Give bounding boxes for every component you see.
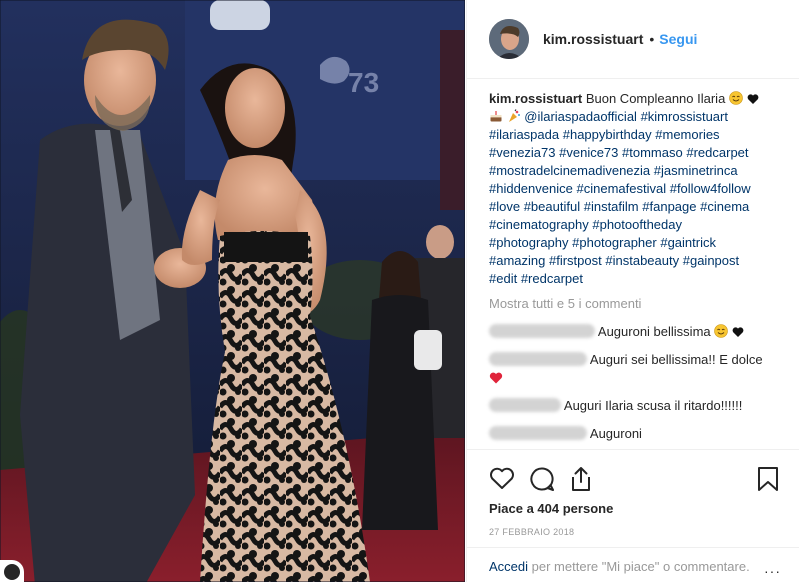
hashtag-link[interactable]: #amazing: [489, 253, 545, 268]
caption-username[interactable]: kim.rossistuart: [489, 91, 582, 106]
hashtag-link[interactable]: #gaintrick: [660, 235, 716, 250]
hashtag-link[interactable]: #photographer: [572, 235, 657, 250]
smile-emoji-icon: [714, 324, 729, 338]
hashtag-link[interactable]: #redcarpet: [686, 145, 748, 160]
comment-item: Auguroni: [489, 425, 789, 443]
comment-item: Auguri Ilaria scusa il ritardo!!!!!!: [489, 397, 789, 415]
comment-bubble-icon[interactable]: [529, 466, 555, 492]
header-username[interactable]: kim.rossistuart: [543, 31, 643, 47]
hashtag-line: #cinematography #photooftheday: [489, 216, 789, 234]
avatar[interactable]: [489, 19, 529, 59]
hashtag-line: #edit #redcarpet: [489, 270, 789, 288]
hashtag-link[interactable]: #tommaso: [622, 145, 683, 160]
likes-count[interactable]: Piace a 404 persone: [489, 501, 613, 516]
login-prompt: Accedi per mettere "Mi piace" o commenta…: [467, 547, 799, 579]
hashtag-line: #mostradelcinemadivenezia #jasminetrinca: [489, 162, 789, 180]
comment-text: Auguroni: [589, 426, 642, 441]
comments-list: kim.rossistuart Buon Compleanno Ilaria @…: [489, 90, 789, 443]
hashtag-line: #love #beautiful #instafilm #fanpage #ci…: [489, 198, 789, 216]
login-link[interactable]: Accedi: [489, 559, 528, 574]
profile-corner-icon[interactable]: [0, 560, 24, 582]
like-heart-icon[interactable]: [489, 466, 515, 490]
caption-line-2: @ilariaspadaofficial #kimrossistuart: [489, 108, 789, 126]
black-heart-icon: [747, 94, 758, 104]
hashtag-link[interactable]: #venezia73: [489, 145, 556, 160]
hashtag-link[interactable]: #firstpost: [549, 253, 602, 268]
hashtag-line: #photography #photographer #gaintrick: [489, 234, 789, 252]
hashtag-link[interactable]: #cinema: [700, 199, 749, 214]
hashtag-link[interactable]: #venice73: [559, 145, 618, 160]
post-date: 27 FEBBRAIO 2018: [489, 527, 575, 537]
show-all-comments-link[interactable]: Mostra tutti e 5 i commenti: [489, 295, 789, 313]
action-bar: [489, 466, 779, 494]
caption-text: Buon Compleanno Ilaria: [585, 91, 726, 106]
login-prompt-text: per mettere "Mi piace" o commentare.: [531, 559, 750, 574]
caption-tag[interactable]: #kimrossistuart: [641, 109, 728, 124]
comment-username-redacted[interactable]: [489, 352, 587, 366]
caption-hashtags: #ilariaspada #happybirthday #memories #ve…: [489, 126, 789, 288]
cake-emoji-icon: [490, 111, 502, 122]
black-heart-icon: [732, 327, 744, 337]
caption: kim.rossistuart Buon Compleanno Ilaria @…: [489, 90, 789, 288]
red-heart-icon: [489, 372, 503, 384]
party-popper-emoji-icon: [508, 109, 520, 122]
comment-text: Auguri Ilaria scusa il ritardo!!!!!!: [563, 398, 743, 413]
hashtag-link[interactable]: #cinematography: [489, 217, 589, 232]
hashtag-link[interactable]: #hiddenvenice: [489, 181, 573, 196]
hashtag-link[interactable]: #love: [489, 199, 520, 214]
smile-emoji-icon: [729, 91, 743, 105]
hashtag-link[interactable]: #photography: [489, 235, 569, 250]
comment-item: Auguri sei bellissima!! E dolce: [489, 351, 789, 387]
caption-mention[interactable]: @ilariaspadaofficial: [524, 109, 637, 124]
comment-text: Auguroni bellissima: [597, 324, 711, 339]
photo-illustration: 73: [0, 0, 465, 582]
hashtag-link[interactable]: #happybirthday: [563, 127, 652, 142]
hashtag-link[interactable]: #fanpage: [642, 199, 696, 214]
hashtag-link[interactable]: #follow4follow: [670, 181, 751, 196]
share-upload-icon[interactable]: [569, 466, 593, 492]
comment-username-redacted[interactable]: [489, 426, 587, 440]
hashtag-link[interactable]: #jasminetrinca: [654, 163, 738, 178]
hashtag-line: #amazing #firstpost #instabeauty #gainpo…: [489, 252, 789, 270]
hashtag-link[interactable]: #instabeauty: [605, 253, 679, 268]
comment-username-redacted[interactable]: [489, 398, 561, 412]
hashtag-line: #venezia73 #venice73 #tommaso #redcarpet: [489, 144, 789, 162]
avatar-photo-icon: [489, 19, 529, 59]
hashtag-link[interactable]: #instafilm: [584, 199, 639, 214]
hashtag-link[interactable]: #redcarpet: [521, 271, 583, 286]
hashtag-link[interactable]: #edit: [489, 271, 517, 286]
hashtag-link[interactable]: #beautiful: [524, 199, 580, 214]
hashtag-link[interactable]: #ilariaspada: [489, 127, 559, 142]
svg-text:73: 73: [348, 67, 379, 98]
post-header: kim.rossistuart • Segui: [467, 0, 799, 79]
hashtag-link[interactable]: #photooftheday: [592, 217, 682, 232]
more-options-icon[interactable]: ···: [764, 562, 781, 580]
hashtag-link[interactable]: #memories: [655, 127, 719, 142]
hashtag-line: #ilariaspada #happybirthday #memories: [489, 126, 789, 144]
hashtag-link[interactable]: #mostradelcinemadivenezia: [489, 163, 650, 178]
comment-item: Auguroni bellissima: [489, 323, 789, 341]
save-bookmark-icon[interactable]: [757, 466, 779, 492]
comment-text: Auguri sei bellissima!! E dolce: [589, 352, 763, 367]
post-photo[interactable]: 73: [0, 0, 465, 582]
follow-button[interactable]: Segui: [659, 31, 697, 47]
post-sidebar: kim.rossistuart • Segui kim.rossistuart …: [466, 0, 799, 582]
header-separator: •: [649, 31, 655, 47]
hashtag-link[interactable]: #cinemafestival: [576, 181, 666, 196]
comment-username-redacted[interactable]: [489, 324, 595, 338]
hashtag-line: #hiddenvenice #cinemafestival #follow4fo…: [489, 180, 789, 198]
actions-divider: [467, 449, 799, 450]
hashtag-link[interactable]: #gainpost: [683, 253, 739, 268]
